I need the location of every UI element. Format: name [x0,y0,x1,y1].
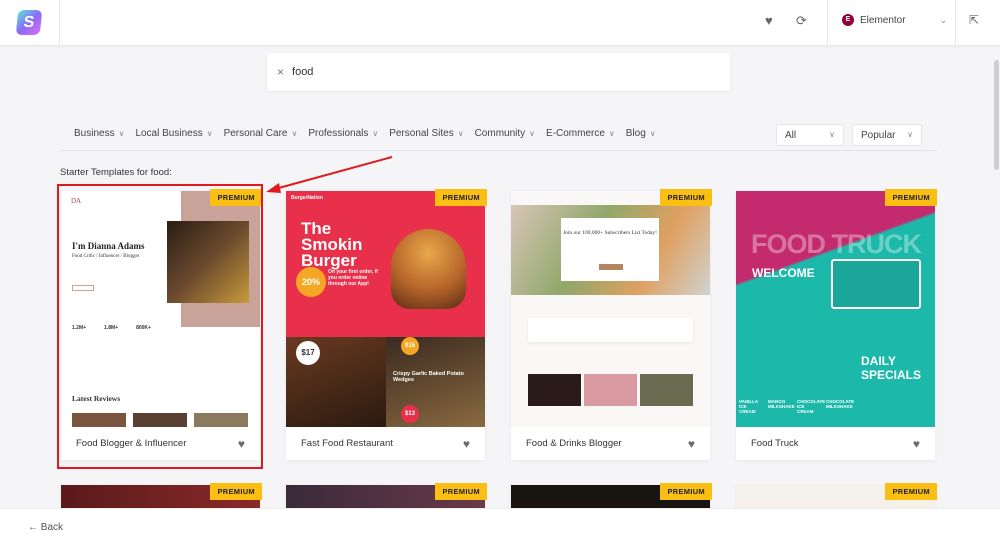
annotation-arrow [266,156,393,193]
back-label: Back [40,522,64,533]
bottom-bar: ← Back [0,508,1000,546]
back-button[interactable]: ← Back [28,522,63,533]
scrollbar[interactable] [994,60,999,170]
arrow-left-icon: ← [28,522,38,533]
